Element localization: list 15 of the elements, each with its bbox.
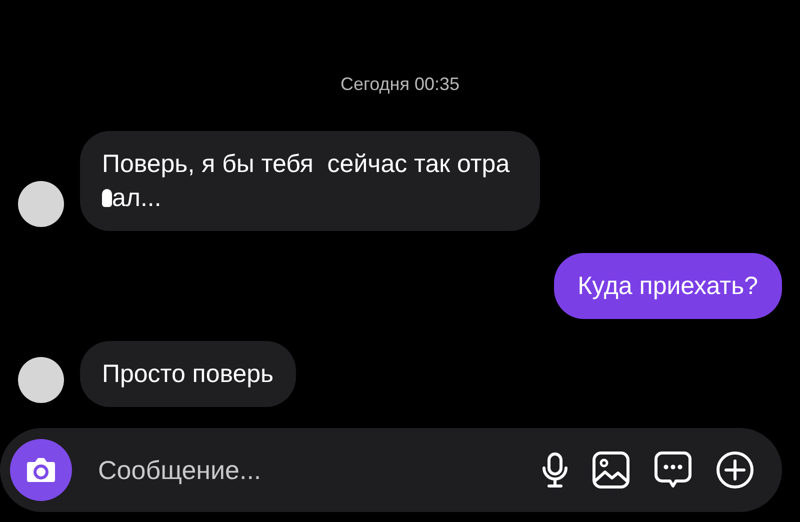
- camera-button[interactable]: [10, 439, 72, 501]
- timestamp: Сегодня 00:35: [339, 74, 461, 95]
- censor-mark: [102, 189, 112, 207]
- chat-bubble-icon[interactable]: [654, 451, 692, 489]
- message-field[interactable]: Сообщение...: [96, 454, 518, 486]
- microphone-icon[interactable]: [542, 452, 568, 488]
- avatar-icon[interactable]: [18, 181, 64, 227]
- avatar-icon[interactable]: [18, 357, 64, 403]
- message-text: Куда приехать?: [578, 272, 758, 300]
- camera-icon: [25, 456, 57, 484]
- message-text: Поверь, я бы тебя сейчас так отра: [102, 150, 510, 178]
- message-text: Просто поверь: [102, 360, 274, 388]
- message-text: ал...: [112, 184, 162, 212]
- image-icon[interactable]: [592, 451, 630, 489]
- add-icon[interactable]: [716, 451, 754, 489]
